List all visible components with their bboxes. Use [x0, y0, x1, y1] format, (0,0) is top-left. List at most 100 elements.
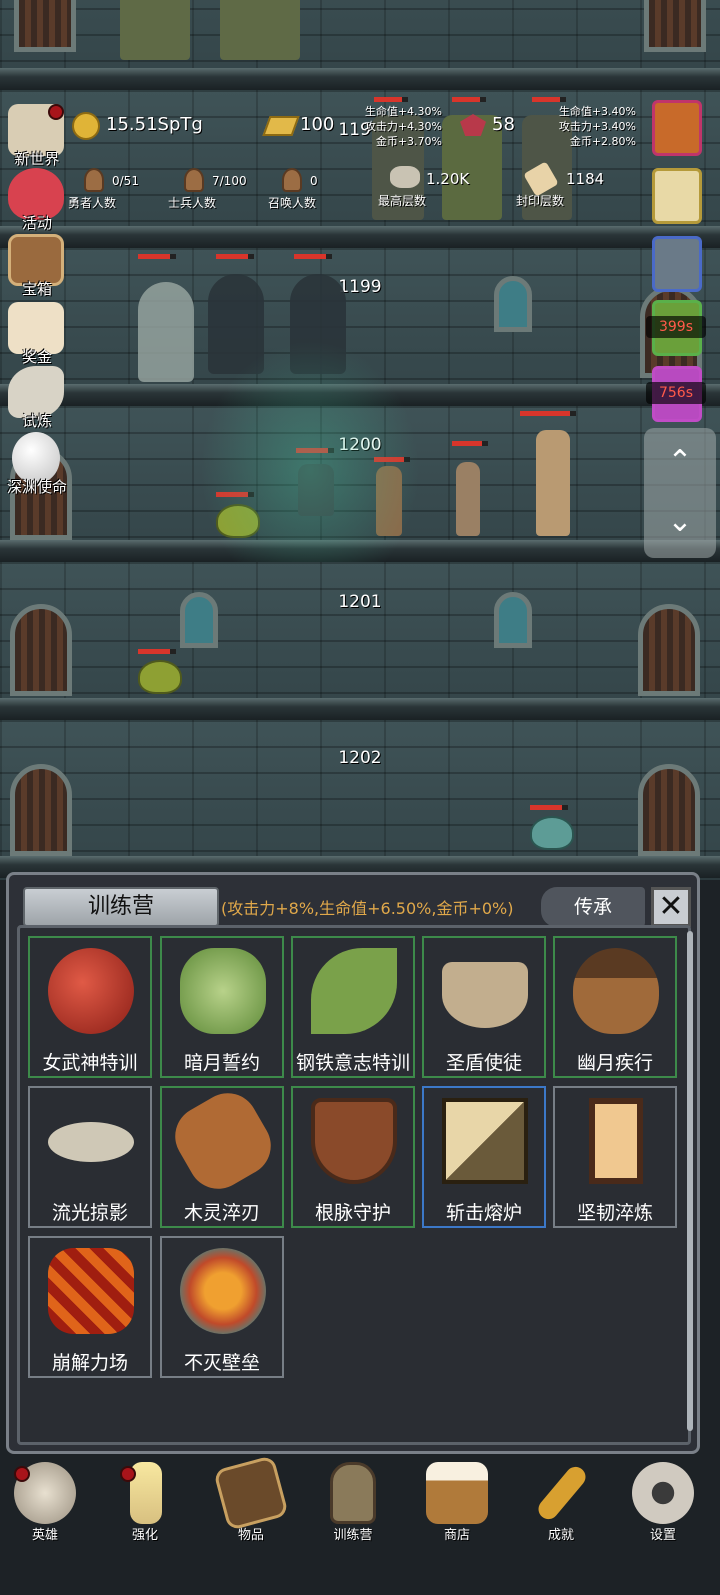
gold-amount: 15.51SpTg: [106, 114, 203, 135]
training-item[interactable]: 崩解力场: [28, 1236, 152, 1378]
side-button-bonus[interactable]: 奖金: [2, 302, 68, 368]
training-item-grid: 女武神特训 暗月誓约 钢铁意志特训 圣盾使徒 幽月疾行 流光掠影 木灵淬刃 根脉…: [17, 925, 691, 1445]
mug-icon: [426, 1462, 488, 1524]
side-label: 宝箱: [21, 280, 52, 298]
training-item-label: 不灭壁垒: [183, 1352, 260, 1374]
side-button-abyss-mission[interactable]: 深渊使命: [2, 432, 68, 498]
dungeon-door: [638, 764, 700, 856]
slime-enemy: [530, 816, 574, 850]
max-floor-value: 1.20K: [426, 170, 470, 188]
sealed-floor-label: 封印层数: [516, 194, 565, 208]
lava-orb-icon: [48, 1248, 134, 1334]
fish-bone-icon: [48, 1122, 134, 1162]
unit-hp-bar: [520, 411, 576, 416]
gem-amount: 58: [492, 114, 515, 135]
training-item-label: 钢铁意志特训: [295, 1052, 410, 1074]
side-button-trial[interactable]: 试炼: [2, 366, 68, 432]
max-floor-label: 最高层数: [378, 194, 427, 208]
close-button[interactable]: ✕: [651, 887, 691, 927]
summon-person-icon: [282, 168, 302, 192]
sun-shield-icon: [180, 1248, 266, 1334]
training-item-label: 女武神特训: [42, 1052, 138, 1074]
chest-buff-button[interactable]: [652, 236, 702, 292]
training-item[interactable]: 幽月疾行: [553, 936, 677, 1078]
dungeon-window: [180, 592, 218, 648]
grid-scrollbar[interactable]: [687, 931, 693, 1431]
nav-label: 训练营: [333, 1528, 373, 1543]
bonus-line: 生命值+3.40%: [558, 105, 636, 118]
floor-number: 1201: [338, 592, 382, 612]
side-button-event[interactable]: 活动: [2, 168, 68, 234]
nav-training-camp[interactable]: 训练营: [308, 1462, 398, 1582]
training-item-label: 根脉守护: [314, 1202, 391, 1224]
nav-shop[interactable]: 商店: [412, 1462, 502, 1582]
enemy-hp-bar: [138, 649, 176, 654]
training-item[interactable]: 坚韧淬炼: [553, 1086, 677, 1228]
wooden-shield-icon: [311, 1098, 397, 1184]
cabbage-icon: [180, 948, 266, 1034]
reaper-enemy: [138, 282, 194, 382]
summons-count: 0: [310, 174, 318, 188]
mummy-unit: [536, 430, 570, 536]
sealed-floor-value: 1184: [566, 170, 605, 188]
training-item-label: 幽月疾行: [576, 1052, 653, 1074]
crate-icon: [442, 1098, 528, 1184]
enemy-hp-bar: [452, 97, 486, 102]
orc-enemy: [220, 0, 300, 60]
side-label: 试炼: [21, 412, 52, 430]
gold-coin-icon: [72, 112, 100, 140]
nav-label: 设置: [649, 1528, 676, 1543]
bonus-line: 金币+2.80%: [569, 135, 636, 148]
side-label: 新世界: [14, 150, 60, 168]
floor-ledge: [0, 698, 720, 720]
floor-number: 1202: [338, 748, 382, 768]
training-item-label: 流光掠影: [51, 1202, 128, 1224]
soldiers-label: 士兵人数: [168, 196, 217, 210]
dungeon-door: [14, 0, 76, 52]
side-button-chest[interactable]: 宝箱: [2, 234, 68, 300]
nav-heroes[interactable]: 英雄: [0, 1462, 90, 1582]
tower-shield-icon: [589, 1098, 643, 1184]
training-item[interactable]: 斩击熔炉: [422, 1086, 546, 1228]
log-icon: [164, 1082, 282, 1200]
panel-bonus-summary: (攻击力+8%,生命值+6.50%,金币+0%): [221, 899, 514, 918]
key-icon: [534, 1462, 590, 1524]
pumpkin-buff-button[interactable]: [652, 100, 702, 156]
training-item[interactable]: 流光掠影: [28, 1086, 152, 1228]
scroll-up-button[interactable]: ⌃: [660, 442, 700, 482]
notification-dot: [14, 1466, 30, 1482]
candle-buff-button[interactable]: [652, 168, 702, 224]
training-item[interactable]: 不灭壁垒: [160, 1236, 284, 1378]
inherit-button[interactable]: 传承: [541, 887, 645, 927]
training-item[interactable]: 木灵淬刃: [160, 1082, 284, 1228]
nav-settings[interactable]: 设置: [618, 1462, 708, 1582]
bonus-line: 金币+3.70%: [375, 135, 442, 148]
stone-icon: [390, 166, 420, 188]
notification-dot: [120, 1466, 136, 1482]
side-button-new-world[interactable]: 新世界: [2, 104, 68, 170]
training-item[interactable]: 钢铁意志特训: [291, 936, 415, 1078]
nav-label: 商店: [443, 1528, 470, 1543]
enemy-hp-bar: [138, 254, 176, 259]
training-item-label: 暗月誓约: [183, 1052, 260, 1074]
nav-label: 成就: [547, 1528, 574, 1543]
nav-label: 英雄: [31, 1528, 58, 1543]
soldier-person-icon: [184, 168, 204, 192]
training-item-label: 斩击熔炉: [445, 1202, 522, 1224]
buff-timer: 399s: [646, 316, 706, 338]
dungeon-door: [638, 604, 700, 696]
spell-glow: [200, 340, 420, 600]
acorn-icon: [573, 948, 659, 1034]
scroll-down-button[interactable]: ⌄: [660, 502, 700, 542]
gold-bar-amount: 100: [300, 114, 335, 135]
training-item[interactable]: 女武神特训: [28, 936, 152, 1078]
training-item[interactable]: 圣盾使徒: [422, 936, 546, 1078]
apple-icon: [48, 948, 134, 1034]
nav-enhance[interactable]: 强化: [100, 1462, 190, 1582]
training-item[interactable]: 根脉守护: [291, 1086, 415, 1228]
lantern-icon: [330, 1462, 376, 1524]
training-item[interactable]: 暗月誓约: [160, 936, 284, 1078]
nav-achievements[interactable]: 成就: [516, 1462, 606, 1582]
nav-items[interactable]: 物品: [206, 1455, 296, 1582]
book-icon: [213, 1455, 289, 1531]
